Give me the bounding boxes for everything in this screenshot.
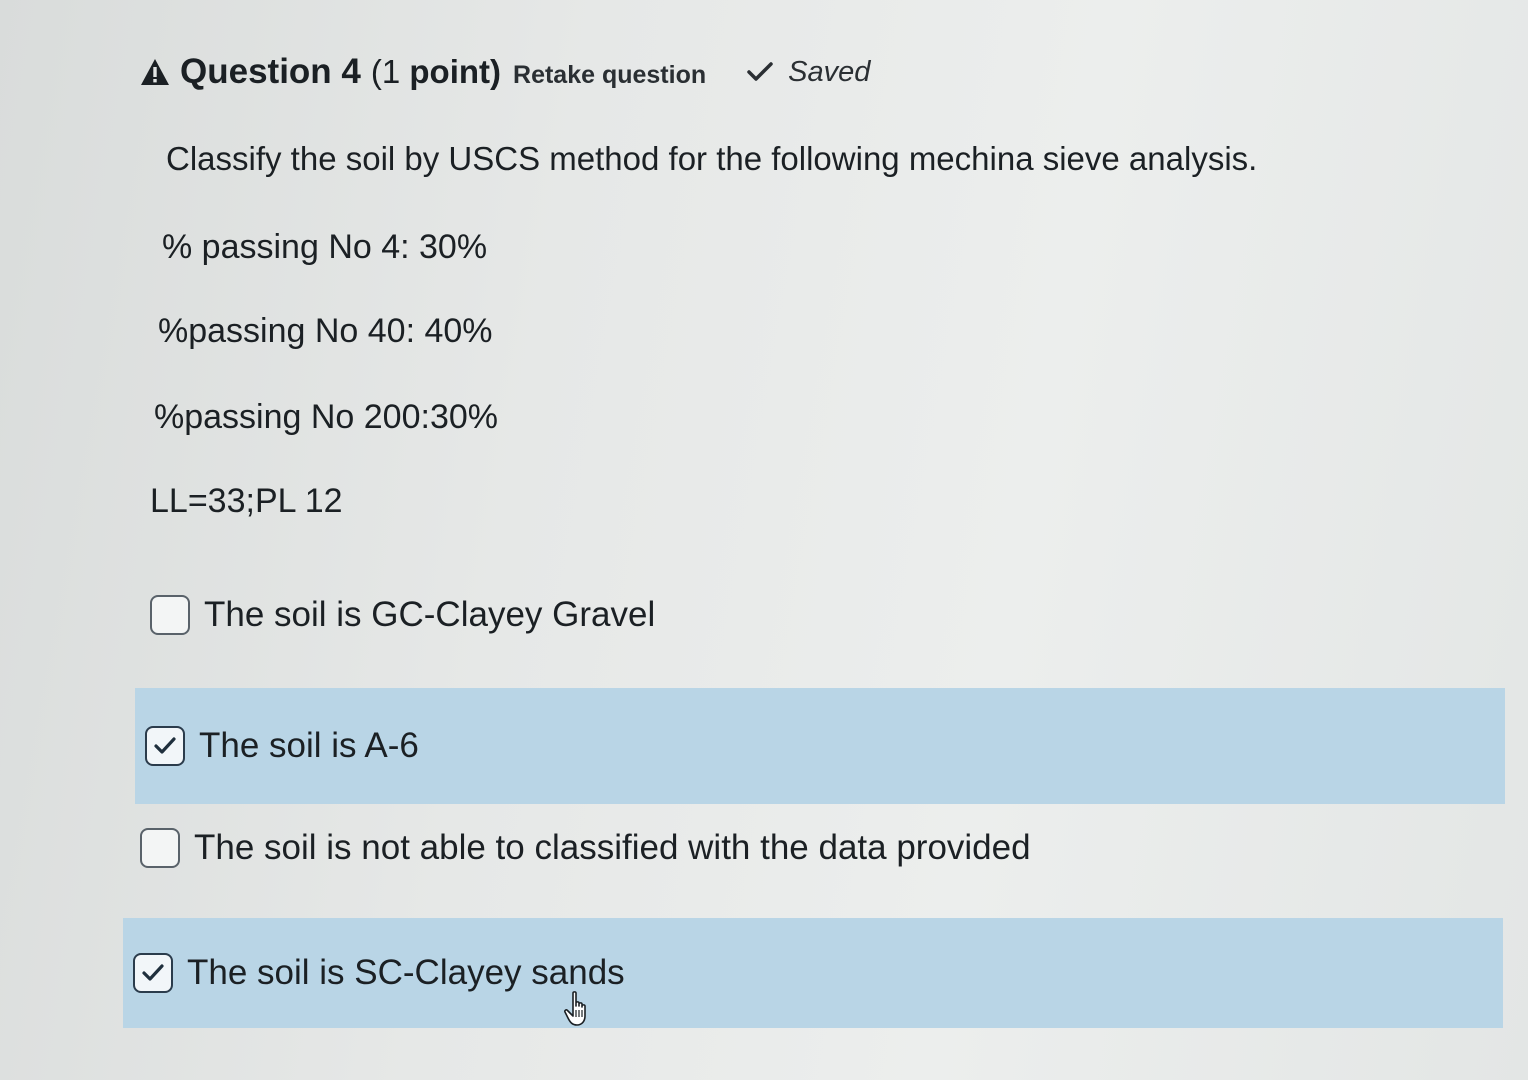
checkbox-checked[interactable]	[145, 726, 185, 766]
points-word: point)	[409, 53, 502, 90]
data-line-passing-no-4: % passing No 4: 30%	[162, 228, 488, 266]
data-line-atterberg-limits: LL=33;PL 12	[150, 482, 343, 520]
answer-option-label: The soil is SC-Clayey sands	[187, 953, 625, 992]
answer-option-label: The soil is not able to classified with …	[194, 828, 1031, 867]
question-points: (1 point)	[371, 53, 501, 91]
data-line-passing-no-40: %passing No 40: 40%	[158, 312, 493, 350]
checkbox-checked[interactable]	[133, 953, 173, 993]
answer-option-label: The soil is A-6	[199, 726, 419, 765]
checkbox-unchecked[interactable]	[150, 595, 190, 635]
answer-option-4[interactable]: The soil is SC-Clayey sands	[123, 918, 1503, 1028]
checkmark-icon	[746, 61, 774, 83]
checkbox-unchecked[interactable]	[140, 828, 180, 868]
answer-option-1[interactable]: The soil is GC-Clayey Gravel	[150, 585, 655, 645]
warning-triangle-icon	[140, 57, 170, 87]
data-line-passing-no-200: %passing No 200:30%	[154, 398, 499, 436]
checkmark-icon	[142, 964, 164, 981]
points-open: (1	[370, 53, 410, 90]
question-prompt: Classify the soil by USCS method for the…	[166, 140, 1258, 177]
answer-option-3[interactable]: The soil is not able to classified with …	[140, 818, 1031, 878]
saved-status: Saved	[746, 56, 870, 89]
question-title: Question 4	[180, 52, 361, 91]
answer-option-label: The soil is GC-Clayey Gravel	[204, 595, 656, 634]
checkmark-icon	[154, 737, 176, 754]
retake-question-link[interactable]: Retake question	[513, 61, 706, 90]
saved-label: Saved	[788, 55, 871, 88]
answer-option-2[interactable]: The soil is A-6	[135, 688, 1505, 804]
question-header: Question 4 (1 point) Retake question Sav…	[140, 52, 870, 92]
